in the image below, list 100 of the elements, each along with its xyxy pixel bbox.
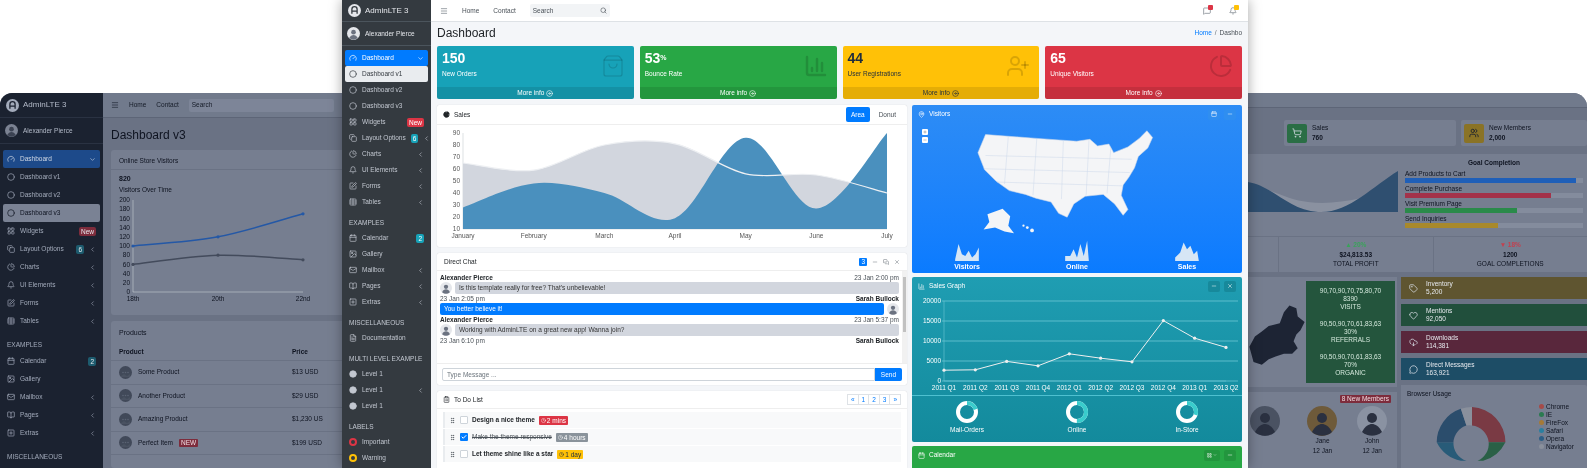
scrollbar-track[interactable]	[902, 271, 907, 363]
pie-chart-icon	[443, 111, 450, 118]
edit-icon	[349, 182, 357, 190]
data-point	[301, 212, 305, 216]
logo-icon	[348, 4, 361, 17]
copy-icon	[349, 134, 357, 142]
avatar-icon	[5, 124, 18, 137]
bar-chart-icon	[918, 282, 925, 290]
avatar-icon	[1357, 406, 1388, 436]
pie-chart-icon	[7, 263, 15, 271]
grid-icon	[349, 118, 357, 126]
collapse-button[interactable]	[1208, 280, 1220, 292]
knob-dial[interactable]	[955, 400, 979, 424]
shopping-bag-icon	[600, 54, 625, 78]
check-icon	[461, 434, 467, 440]
tag-icon	[1409, 283, 1418, 293]
document-icon	[349, 334, 357, 342]
scrollbar-thumb[interactable]	[903, 277, 906, 332]
calendar-icon	[1211, 111, 1217, 117]
dot-icon	[349, 386, 357, 394]
comments-icon[interactable]	[883, 258, 889, 265]
copy-icon	[7, 245, 15, 253]
stat-value: 44	[847, 50, 865, 66]
data-point	[1036, 364, 1040, 368]
data-point	[1193, 336, 1197, 340]
calendar-icon	[349, 234, 357, 242]
menu-icon[interactable]	[111, 101, 119, 109]
date-button[interactable]	[1208, 108, 1220, 120]
stat-value: 65	[1050, 50, 1067, 66]
page-title: Dashboard v3	[110, 127, 187, 144]
avatar-icon	[347, 27, 360, 40]
data-point	[301, 258, 305, 262]
zoom-out-button[interactable]	[922, 137, 928, 143]
grid-icon	[1207, 452, 1212, 458]
notifications-icon[interactable]	[1229, 6, 1237, 15]
search-icon	[599, 7, 607, 14]
calendar-icon	[918, 451, 925, 459]
edit-icon	[7, 299, 15, 307]
minus-icon	[923, 138, 927, 142]
close-button[interactable]	[1224, 280, 1236, 292]
logo-icon	[6, 98, 19, 112]
avatar-icon	[1250, 406, 1280, 436]
clock-icon	[559, 451, 565, 457]
gauge-icon	[349, 54, 357, 62]
minus-icon	[1227, 452, 1233, 458]
todo-checkbox[interactable]	[460, 450, 468, 458]
plus-square-icon	[349, 298, 357, 306]
menu-button[interactable]	[1204, 449, 1220, 461]
close-icon[interactable]	[894, 258, 900, 265]
messages-icon[interactable]	[1203, 6, 1211, 15]
clock-icon	[557, 434, 563, 440]
clipboard-icon	[443, 396, 450, 403]
data-point	[1224, 345, 1228, 349]
book-icon	[7, 411, 15, 419]
data-point	[131, 263, 135, 267]
grid-icon	[7, 227, 15, 235]
data-point	[973, 368, 977, 372]
cloud-download-icon	[1409, 337, 1418, 347]
data-point	[1067, 352, 1071, 356]
plus-icon	[923, 130, 927, 134]
drag-handle-icon[interactable]	[449, 433, 456, 441]
circle-icon	[7, 209, 15, 217]
arrow-circle-icon	[546, 89, 554, 97]
dot-icon	[349, 370, 357, 378]
minimize-icon[interactable]	[872, 258, 878, 265]
calendar-icon	[7, 357, 15, 365]
gauge-icon	[7, 155, 15, 163]
menu-icon[interactable]	[440, 6, 448, 15]
minus-icon	[1211, 283, 1217, 289]
data-point	[131, 244, 135, 248]
plus-square-icon	[7, 429, 15, 437]
drag-handle-icon[interactable]	[449, 416, 456, 424]
table-icon	[349, 198, 357, 206]
zoom-in-button[interactable]	[922, 129, 928, 135]
avatar-icon	[440, 282, 452, 294]
drag-handle-icon[interactable]	[449, 450, 456, 458]
avatar-icon	[440, 324, 452, 336]
collapse-button[interactable]	[1224, 108, 1236, 120]
circle-icon	[7, 191, 15, 199]
knob-dial[interactable]	[1065, 400, 1089, 424]
speech-bubble-icon	[1409, 364, 1418, 374]
stat-value: 53$^{%}$	[644, 50, 668, 66]
dot-icon	[349, 402, 357, 410]
avatar-icon	[887, 303, 899, 315]
pie-chart-icon	[349, 150, 357, 158]
user-plus-icon	[1006, 54, 1031, 78]
image-icon	[7, 375, 15, 383]
minus-icon	[1227, 111, 1233, 117]
collapse-button[interactable]	[1224, 449, 1236, 461]
data-point	[1161, 319, 1165, 323]
caret-icon	[1213, 453, 1217, 457]
bar-chart-icon	[803, 54, 828, 78]
circle-icon	[349, 70, 357, 78]
todo-checkbox[interactable]	[460, 433, 468, 441]
data-point	[1130, 360, 1134, 364]
todo-checkbox[interactable]	[460, 416, 468, 424]
stat-value: 150	[442, 50, 467, 66]
knob-dial[interactable]	[1175, 400, 1199, 424]
map-pin-icon	[918, 110, 925, 118]
envelope-icon	[349, 266, 357, 274]
